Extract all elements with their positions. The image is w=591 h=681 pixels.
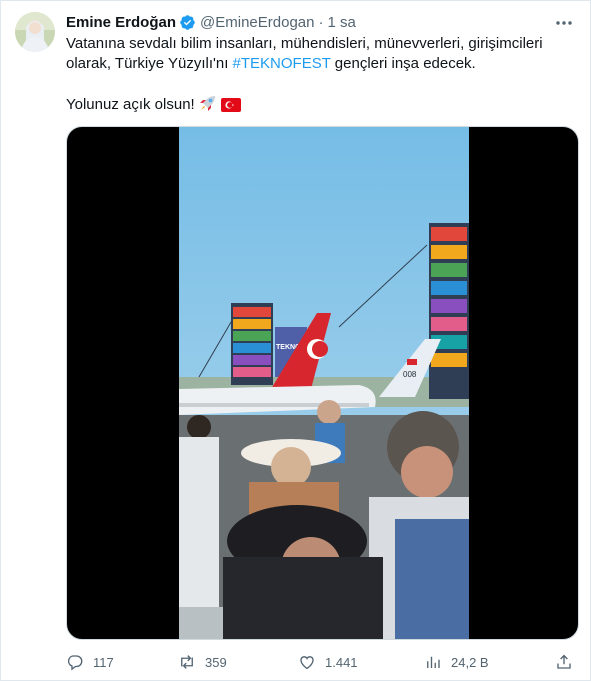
tail-number: 008 (403, 370, 417, 379)
like-button[interactable]: 1.441 (298, 651, 358, 673)
video-frame[interactable]: TEKNOFEST (179, 127, 469, 639)
sign-tower (429, 223, 469, 399)
heart-icon (300, 656, 314, 670)
reply-count: 117 (93, 654, 114, 670)
separator-dot: · (318, 13, 324, 31)
rocket-icon (199, 94, 217, 118)
more-options-icon[interactable] (554, 13, 574, 33)
views-button[interactable]: 24,2 B (424, 651, 489, 673)
text-fragment: Yolunuz açık olsun! (66, 96, 195, 113)
retweet-icon (181, 655, 193, 669)
action-bar: 117 359 1.441 24,2 B (66, 651, 579, 673)
views-count: 24,2 B (451, 654, 489, 670)
text-fragment: olarak, Türkiye Yüzyılı'nı (66, 55, 233, 72)
views-chart-icon (427, 656, 440, 668)
reply-icon (67, 655, 83, 671)
display-name[interactable]: Emine Erdoğan (66, 14, 176, 31)
sign-tower (231, 303, 273, 385)
tweet-header: Emine Erdoğan @EmineErdogan · 1 sa (66, 12, 356, 32)
avatar[interactable] (15, 12, 55, 52)
reply-button[interactable]: 117 (66, 651, 114, 673)
tweet-text-line: Vatanına sevdalı bilim insanları, mühend… (66, 35, 543, 52)
like-count: 1.441 (325, 654, 358, 670)
text-fragment: gençleri inşa edecek. (330, 55, 476, 72)
tweet-text: Vatanına sevdalı bilim insanları, mühend… (66, 34, 566, 118)
retweet-button[interactable]: 359 (178, 651, 227, 673)
turkey-flag-icon (220, 98, 241, 118)
video-player[interactable]: TEKNOFEST (66, 126, 579, 640)
share-icon (557, 654, 571, 669)
share-button[interactable] (555, 651, 582, 673)
retweet-count: 359 (205, 654, 227, 670)
verified-badge-icon[interactable] (179, 14, 196, 31)
tweet-text-line: olarak, Türkiye Yüzyılı'nı #TEKNOFEST ge… (66, 54, 566, 74)
timestamp[interactable]: 1 sa (328, 14, 356, 31)
hashtag-link[interactable]: #TEKNOFEST (233, 55, 331, 72)
tweet-text-line: Yolunuz açık olsun! (66, 94, 566, 118)
handle[interactable]: @EmineErdogan (200, 14, 314, 31)
tweet-card[interactable]: Emine Erdoğan @EmineErdogan · 1 sa Vatan… (0, 0, 591, 681)
